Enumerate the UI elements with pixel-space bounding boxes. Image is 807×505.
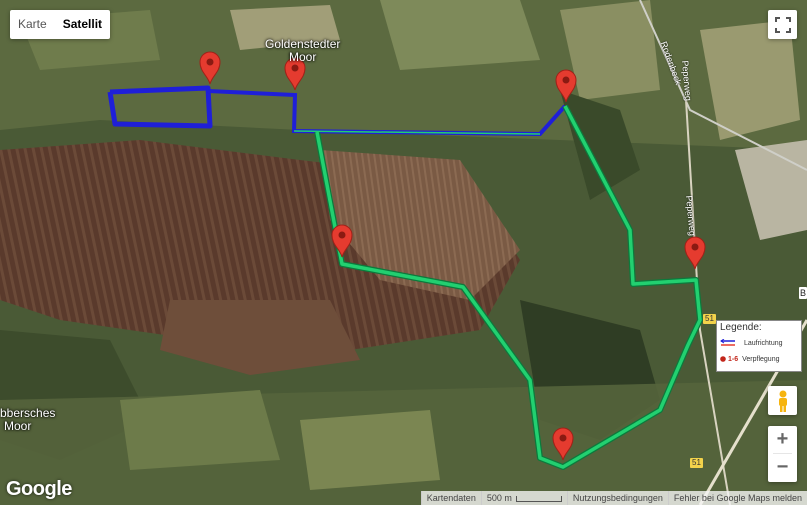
road-shield-51: 51 [703,314,716,324]
fullscreen-button[interactable] [768,10,797,39]
marker-icon [720,356,726,362]
map-type-control: Karte Satellit [10,10,111,39]
legend-item-verpflegung: 1-6 Verpflegung [720,355,780,363]
road-shield-b: B [798,287,807,299]
map-data-link[interactable]: Kartendaten [420,491,481,505]
zoom-out-button[interactable]: − [768,454,797,481]
road-shield-51: 51 [690,458,703,468]
terms-link[interactable]: Nutzungsbedingungen [566,491,668,505]
place-label-goldenstedter-moor: Goldenstedter Moor [265,37,341,64]
map-type-satellit-button[interactable]: Satellit [55,10,110,39]
map-footer: Kartendaten 500 m Nutzungsbedingungen Fe… [420,491,807,505]
place-label-bbersches-moor: bbersches Moor [0,406,56,433]
map-type-karte-button[interactable]: Karte [10,10,55,39]
fullscreen-icon [774,16,791,33]
zoom-in-button[interactable]: + [768,426,797,453]
legend: Legende: Laufrichtung 1-6 Verpflegung [716,320,802,372]
legend-title: Legende: [720,322,762,333]
legend-item-laufrichtung: Laufrichtung [720,339,783,347]
report-error-link[interactable]: Fehler bei Google Maps melden [667,491,807,505]
scale-control[interactable]: 500 m [480,491,567,505]
google-logo[interactable]: Google [6,478,72,501]
arrow-icon [720,339,735,346]
zoom-control: + − [768,426,797,482]
map-view[interactable]: Goldenstedter Moor bbersches Moor Rodenb… [0,0,807,505]
pegman-icon [778,390,787,412]
street-view-pegman-button[interactable] [768,386,797,415]
scale-bar [515,495,562,502]
